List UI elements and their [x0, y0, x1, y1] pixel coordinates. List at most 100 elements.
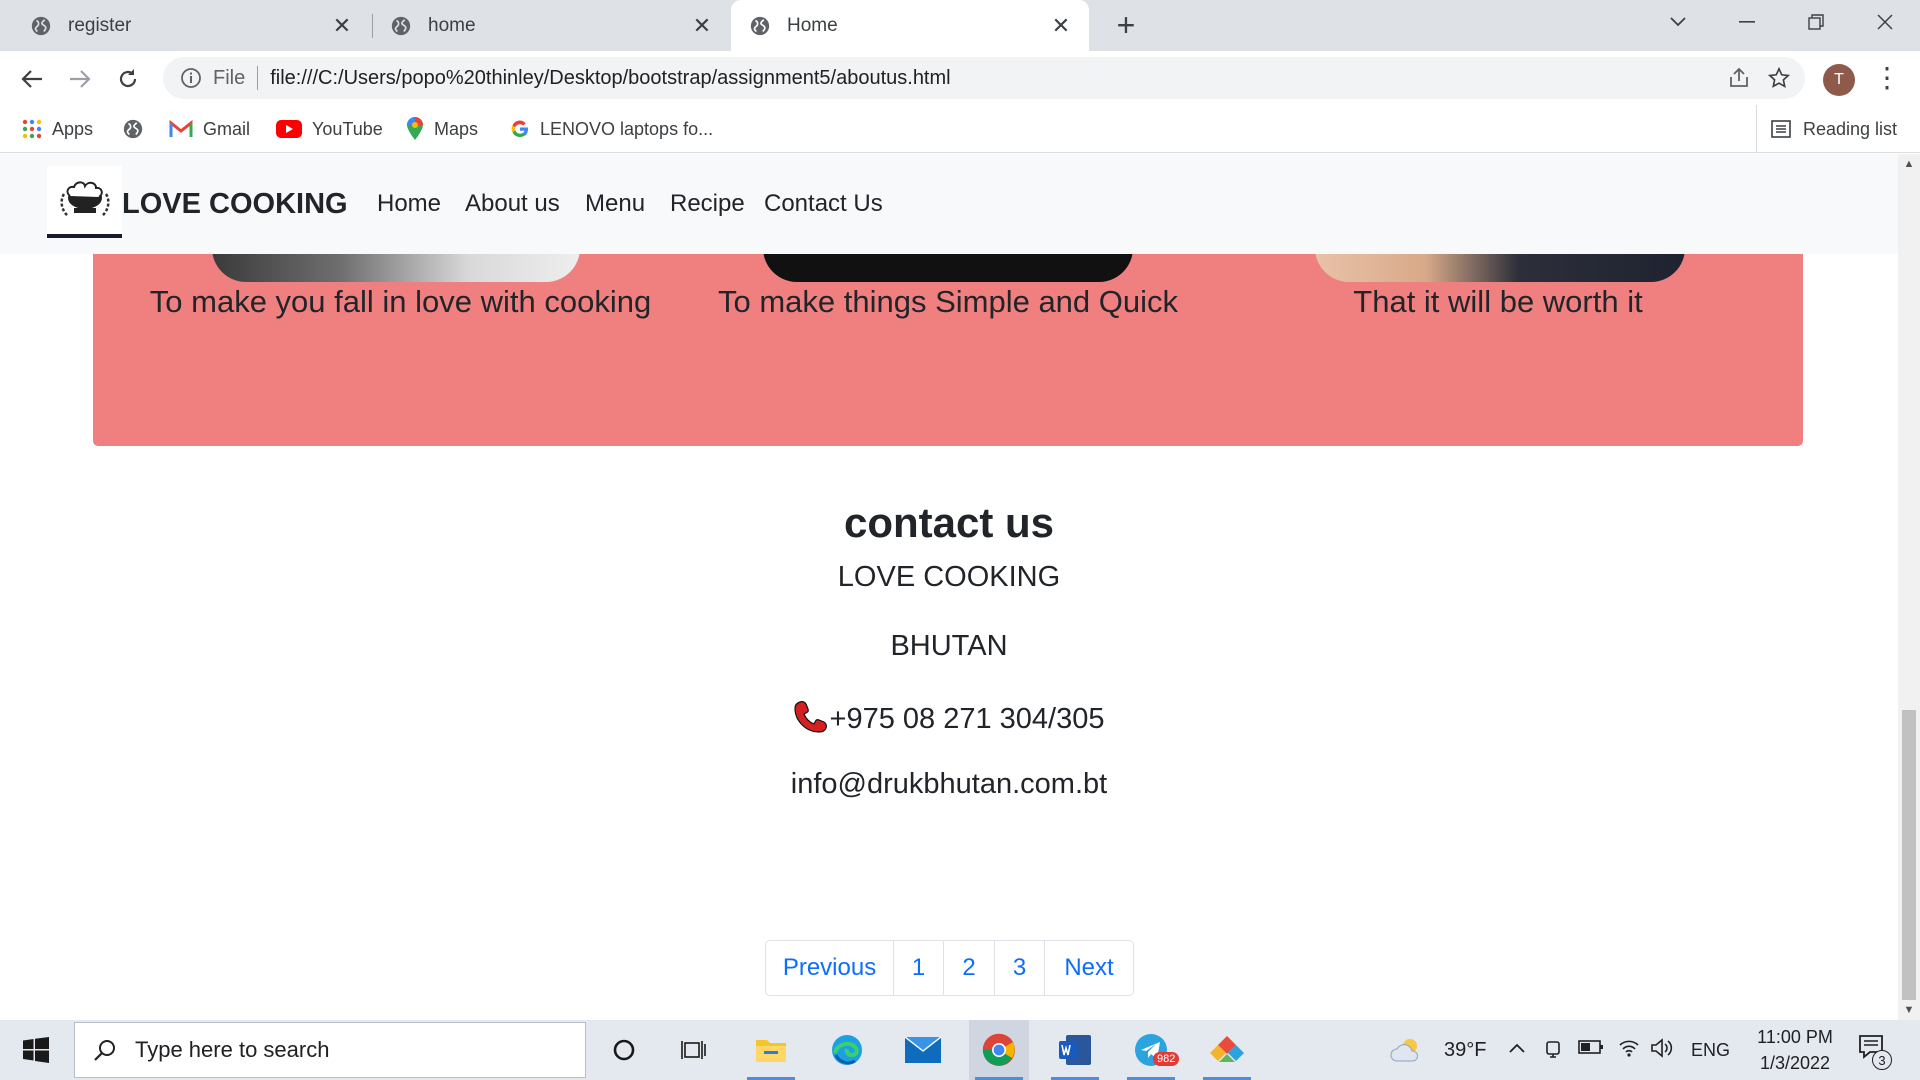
- scroll-thumb[interactable]: [1902, 710, 1916, 1000]
- pagination-page-3[interactable]: 3: [995, 941, 1045, 995]
- brand-logo[interactable]: [47, 166, 122, 238]
- bookmark-lenovo[interactable]: LENOVO laptops fo...: [510, 105, 713, 153]
- globe-icon: [750, 16, 770, 35]
- windows-taskbar: Type here to search 982 39°F ENG 11:00 P…: [0, 1020, 1920, 1080]
- reload-button[interactable]: [108, 59, 148, 99]
- nav-link-recipe[interactable]: Recipe: [670, 190, 745, 218]
- globe-icon: [122, 118, 144, 140]
- nav-link-contact[interactable]: Contact Us: [764, 190, 883, 218]
- feature-caption: To make things Simple and Quick: [717, 284, 1179, 319]
- nav-link-home[interactable]: Home: [377, 190, 441, 218]
- pagination-next[interactable]: Next: [1045, 941, 1133, 995]
- scheme-label: File: [213, 66, 259, 90]
- wifi-icon[interactable]: [1618, 1037, 1640, 1062]
- bookmark-star-icon[interactable]: [1759, 58, 1799, 98]
- globe-icon: [31, 16, 51, 35]
- contact-email[interactable]: info@drukbhutan.com.bt: [0, 768, 1898, 801]
- bookmark-globe[interactable]: [122, 105, 154, 153]
- tab-separator: [372, 14, 373, 38]
- bookmark-label: LENOVO laptops fo...: [540, 118, 714, 139]
- weather-temp[interactable]: 39°F: [1444, 1039, 1486, 1062]
- profile-avatar[interactable]: T: [1823, 64, 1855, 96]
- share-icon[interactable]: [1719, 58, 1759, 98]
- start-button[interactable]: [0, 1020, 72, 1080]
- chef-hat-logo-icon: [59, 181, 110, 217]
- pagination-previous[interactable]: Previous: [766, 941, 894, 995]
- clock-date[interactable]: 1/3/2022: [1752, 1053, 1838, 1074]
- close-window-button[interactable]: [1851, 0, 1919, 44]
- gmail-icon: [169, 120, 193, 138]
- tab-home-active[interactable]: Home ✕: [731, 0, 1089, 51]
- site-navbar: LOVE COOKING Home About us Menu Recipe C…: [0, 154, 1898, 254]
- minimize-button[interactable]: [1713, 0, 1781, 44]
- tab-label: register: [68, 14, 132, 36]
- tab-strip: register ✕ home ✕ Home ✕ +: [0, 0, 1920, 51]
- chrome-icon[interactable]: [969, 1020, 1029, 1080]
- bookmark-label: YouTube: [312, 118, 383, 139]
- new-tab-button[interactable]: +: [1106, 6, 1146, 46]
- nav-link-menu[interactable]: Menu: [585, 190, 645, 218]
- nav-link-about[interactable]: About us: [465, 190, 560, 218]
- info-icon[interactable]: [179, 66, 203, 90]
- meet-now-icon[interactable]: [1544, 1038, 1564, 1065]
- google-g-icon: [510, 119, 530, 139]
- scroll-up-arrow-icon[interactable]: ▲: [1898, 154, 1920, 174]
- telegram-icon[interactable]: 982: [1121, 1020, 1181, 1080]
- language-indicator[interactable]: ENG: [1691, 1040, 1730, 1061]
- bookmark-youtube[interactable]: YouTube: [276, 105, 383, 153]
- menu-kebab-icon[interactable]: ⋮: [1872, 61, 1902, 97]
- url-text[interactable]: file:///C:/Users/popo%20thinley/Desktop/…: [270, 67, 1719, 90]
- edge-icon[interactable]: [817, 1020, 877, 1080]
- contact-business-name: LOVE COOKING: [837, 561, 1061, 593]
- close-icon[interactable]: ✕: [688, 13, 716, 39]
- bookmark-apps[interactable]: Apps: [22, 105, 93, 153]
- mail-icon[interactable]: [893, 1020, 953, 1080]
- cortana-icon[interactable]: [594, 1020, 654, 1080]
- page-viewport: To make you fall in love with cooking To…: [0, 154, 1898, 1020]
- bookmark-maps[interactable]: Maps: [406, 105, 478, 153]
- notification-count: 3: [1872, 1050, 1892, 1070]
- clock-time[interactable]: 11:00 PM: [1752, 1027, 1838, 1048]
- app-diamond-icon[interactable]: [1197, 1020, 1257, 1080]
- tab-home[interactable]: home ✕: [374, 0, 730, 51]
- contact-phone: +975 08 271 304/305: [829, 703, 1105, 735]
- address-bar[interactable]: File file:///C:/Users/popo%20thinley/Des…: [163, 57, 1805, 99]
- contact-country: BHUTAN: [890, 630, 1008, 662]
- pagination-page-1[interactable]: 1: [894, 941, 944, 995]
- battery-icon[interactable]: [1578, 1039, 1604, 1060]
- page-scrollbar[interactable]: ▲ ▼: [1898, 154, 1920, 1020]
- scroll-down-arrow-icon[interactable]: ▼: [1898, 1000, 1920, 1020]
- reading-list-button[interactable]: Reading list: [1756, 105, 1897, 153]
- tab-register[interactable]: register ✕: [0, 0, 370, 51]
- bookmark-label: Gmail: [203, 118, 251, 139]
- task-view-icon[interactable]: [665, 1020, 725, 1080]
- volume-icon[interactable]: [1650, 1037, 1674, 1064]
- telegram-badge: 982: [1153, 1052, 1180, 1066]
- apps-grid-icon: [22, 119, 42, 139]
- pagination: Previous 1 2 3 Next: [765, 940, 1134, 996]
- browser-toolbar: File file:///C:/Users/popo%20thinley/Des…: [0, 51, 1920, 105]
- close-icon[interactable]: ✕: [328, 13, 356, 39]
- taskbar-search-box[interactable]: Type here to search: [74, 1022, 586, 1078]
- youtube-icon: [276, 120, 302, 138]
- feature-caption: That it will be worth it: [1353, 284, 1643, 319]
- brand-name[interactable]: LOVE COOKING: [122, 188, 348, 221]
- bookmark-label: Apps: [52, 118, 94, 139]
- maps-pin-icon: [406, 117, 424, 141]
- tab-search-chevron-icon[interactable]: [1644, 0, 1712, 44]
- close-icon[interactable]: ✕: [1047, 13, 1075, 39]
- file-explorer-icon[interactable]: [741, 1020, 801, 1080]
- word-icon[interactable]: [1045, 1020, 1105, 1080]
- restore-button[interactable]: [1782, 0, 1850, 44]
- pagination-page-2[interactable]: 2: [944, 941, 995, 995]
- back-button[interactable]: [12, 59, 52, 99]
- bookmark-gmail[interactable]: Gmail: [169, 105, 250, 153]
- windows-logo-icon: [23, 1037, 49, 1063]
- contact-heading: contact us: [843, 499, 1055, 546]
- notification-center-icon[interactable]: 3: [1858, 1034, 1892, 1070]
- tray-chevron-up-icon[interactable]: [1508, 1034, 1526, 1060]
- tab-label: home: [428, 14, 476, 36]
- weather-cloud-icon[interactable]: [1384, 1020, 1428, 1080]
- globe-icon: [391, 16, 411, 35]
- forward-button[interactable]: [60, 59, 100, 99]
